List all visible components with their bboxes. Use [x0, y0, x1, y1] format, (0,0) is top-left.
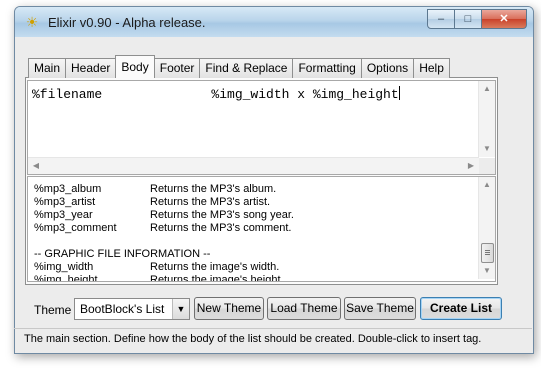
tab-main[interactable]: Main: [28, 58, 67, 78]
tag-description: Returns the MP3's song year.: [150, 209, 294, 221]
editor-content: %filename %img_width x %img_height: [32, 87, 399, 102]
tab-header[interactable]: Header: [65, 58, 117, 78]
tag-name: %img_width: [34, 261, 94, 273]
save-theme-button[interactable]: Save Theme: [344, 297, 416, 320]
chevron-down-icon[interactable]: ▼: [172, 299, 189, 319]
tag-description: Returns the image's height.: [150, 274, 284, 282]
caption-buttons: – □ ✕: [427, 9, 527, 29]
text-caret: [398, 86, 400, 100]
scroll-down-icon[interactable]: ▼: [479, 263, 495, 279]
scroll-up-icon[interactable]: ▲: [479, 81, 495, 97]
tab-formatting[interactable]: Formatting: [292, 58, 362, 78]
scroll-left-icon[interactable]: ◀: [28, 158, 44, 174]
theme-select-value: BootBlock's List: [80, 302, 165, 316]
scrollbar-thumb[interactable]: [481, 243, 494, 263]
create-list-button[interactable]: Create List: [420, 297, 502, 320]
tag-description: Returns the image's width.: [150, 261, 280, 273]
tag-reference-list[interactable]: %mp3_album Returns the MP3's album. %mp3_a…: [27, 176, 496, 282]
window-title: Elixir v0.90 - Alpha release.: [48, 15, 206, 30]
bottom-toolbar: Theme BootBlock's List ▼ New Theme Load …: [14, 296, 532, 322]
editor-vertical-scrollbar[interactable]: ▲ ▼: [478, 81, 495, 157]
minimize-button[interactable]: –: [427, 9, 455, 29]
tab-find-replace[interactable]: Find & Replace: [199, 58, 294, 78]
tag-name: -- GRAPHIC FILE INFORMATION --: [34, 248, 211, 260]
new-theme-button[interactable]: New Theme: [194, 297, 264, 320]
tag-description: Returns the MP3's album.: [150, 183, 277, 195]
tab-body[interactable]: Body: [115, 55, 155, 78]
editor-horizontal-scrollbar[interactable]: ◀ ▶: [28, 157, 479, 174]
tag-name: %mp3_year: [34, 209, 93, 221]
load-theme-button[interactable]: Load Theme: [267, 297, 341, 320]
lightbulb-icon: ☀: [25, 14, 39, 30]
title-bar[interactable]: ☀ Elixir v0.90 - Alpha release. – □ ✕: [15, 7, 533, 37]
tag-name: %mp3_album: [34, 183, 102, 195]
status-text: The main section. Define how the body of…: [24, 333, 482, 345]
close-button[interactable]: ✕: [482, 9, 527, 29]
tab-options[interactable]: Options: [360, 58, 415, 78]
tab-help[interactable]: Help: [413, 58, 450, 78]
theme-select[interactable]: BootBlock's List ▼: [74, 298, 190, 320]
scroll-up-icon[interactable]: ▲: [479, 177, 495, 193]
scroll-right-icon[interactable]: ▶: [463, 158, 479, 174]
reference-scrollbar[interactable]: ▲ ▼: [478, 177, 495, 279]
tag-name: %img_height: [34, 274, 98, 282]
scroll-down-icon[interactable]: ▼: [479, 141, 495, 157]
scrollbar-corner: [479, 158, 495, 174]
tag-description: Returns the MP3's artist.: [150, 196, 271, 208]
status-bar: The main section. Define how the body of…: [14, 328, 532, 349]
body-template-editor[interactable]: %filename %img_width x %img_height ▲ ▼ ◀…: [27, 80, 496, 175]
maximize-button[interactable]: □: [455, 9, 482, 29]
tag-name: %mp3_comment: [34, 222, 117, 234]
tab-strip: Main Header Body Footer Find & Replace F…: [28, 55, 450, 78]
tag-name: %mp3_artist: [34, 196, 96, 208]
tab-footer[interactable]: Footer: [153, 58, 201, 78]
tag-description: Returns the MP3's comment.: [150, 222, 292, 234]
theme-label: Theme: [34, 303, 72, 317]
